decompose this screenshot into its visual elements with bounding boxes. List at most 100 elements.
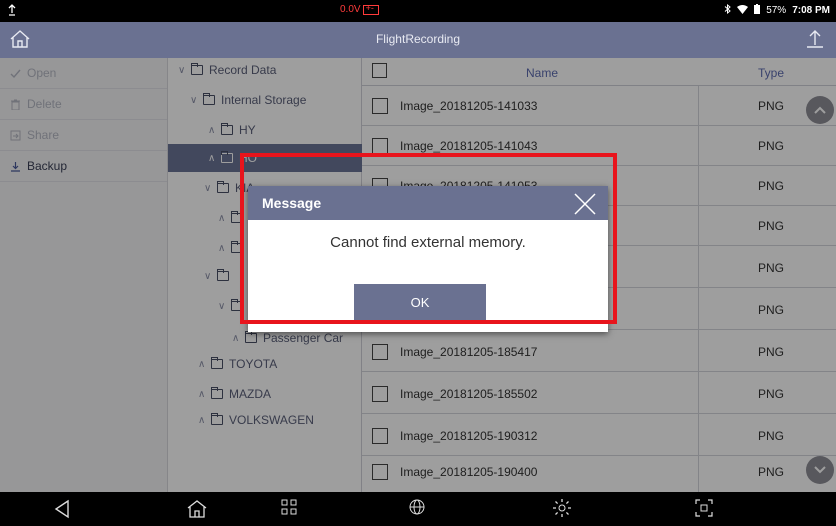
file-type: PNG [758, 139, 785, 153]
file-type: PNG [758, 345, 785, 359]
folder-icon [211, 357, 223, 369]
bluetooth-icon [724, 3, 731, 17]
tree-node-label: Passenger Car [263, 331, 344, 345]
file-name: Image_20181205-141043 [400, 139, 538, 153]
chevron-down-icon: ∨ [204, 182, 212, 194]
navigation-bar [0, 492, 836, 526]
row-checkbox[interactable] [372, 344, 388, 360]
file-type: PNG [758, 387, 785, 401]
folder-icon [211, 413, 223, 425]
chevron-up-icon: ∧ [198, 414, 206, 426]
back-icon[interactable] [52, 498, 76, 520]
scroll-up-button[interactable] [806, 96, 834, 124]
tree-node-label: TOYOTA [229, 357, 278, 371]
tree-node-hy[interactable]: ∧ HY [208, 118, 256, 142]
chevron-up-icon: ∧ [198, 358, 206, 370]
tree-node-record-data[interactable]: ∨ Record Data [178, 58, 276, 82]
folder-icon [217, 269, 229, 281]
file-type: PNG [758, 261, 785, 275]
folder-icon [191, 63, 203, 75]
row-checkbox[interactable] [372, 138, 388, 154]
chevron-up-icon: ∧ [232, 332, 240, 344]
select-all-checkbox[interactable] [372, 63, 387, 78]
chevron-down-icon: ∨ [178, 64, 186, 76]
row-checkbox[interactable] [372, 428, 388, 444]
tree-node-internal-storage[interactable]: ∨ Internal Storage [190, 88, 306, 112]
home-icon[interactable] [186, 498, 210, 520]
file-row[interactable]: Image_20181205-190400 PNG [362, 452, 836, 492]
folder-icon [245, 331, 257, 343]
file-row[interactable]: Image_20181205-190312 PNG [362, 416, 836, 456]
chevron-down-icon: ∨ [204, 270, 212, 282]
menu-open[interactable]: Open [0, 58, 167, 89]
upload-arrow-icon [8, 4, 16, 19]
voltage-indicator: 0.0V [340, 3, 379, 15]
file-name: Image_20181205-185417 [400, 345, 538, 359]
chevron-up-icon: ∧ [218, 212, 226, 224]
file-row[interactable]: Image_20181205-185417 PNG [362, 332, 836, 372]
folder-icon [221, 123, 233, 135]
page-title: FlightRecording [375, 32, 461, 46]
column-header-name[interactable]: Name [522, 66, 562, 80]
tree-node-label: Internal Storage [221, 93, 307, 107]
open-icon [10, 68, 21, 79]
file-name: Image_20181205-141033 [400, 99, 538, 113]
globe-icon[interactable] [408, 498, 432, 520]
chevron-up-icon: ∧ [218, 242, 226, 254]
file-type: PNG [758, 465, 785, 479]
folder-icon [203, 93, 215, 105]
status-bar: 0.0V 57% 7:08 PM [0, 0, 836, 22]
tree-node-label: HY [239, 123, 256, 137]
tree-node-label: Record Data [209, 63, 277, 77]
wifi-icon [737, 4, 749, 17]
menu-share[interactable]: Share [0, 120, 167, 151]
export-icon[interactable] [804, 28, 828, 52]
row-checkbox[interactable] [372, 98, 388, 114]
file-row[interactable]: Image_20181205-185502 PNG [362, 374, 836, 414]
tree-node-toyota[interactable]: ∧ TOYOTA [198, 352, 277, 376]
voltage-text: 0.0V [340, 4, 361, 15]
menu-open-label: Open [27, 66, 57, 80]
car-battery-icon [362, 3, 379, 15]
folder-icon [221, 151, 233, 163]
file-name: Image_20181205-190400 [400, 465, 538, 479]
file-type: PNG [758, 429, 785, 443]
chevron-up-icon: ∧ [208, 152, 216, 164]
menu-backup-label: Backup [27, 159, 68, 173]
share-icon [10, 130, 21, 141]
menu-delete-label: Delete [27, 97, 62, 111]
apps-grid-icon[interactable] [280, 498, 304, 520]
action-menu: Open Delete Share Backup [0, 58, 168, 492]
scroll-down-button[interactable] [806, 456, 834, 484]
chevron-down-icon: ∨ [218, 300, 226, 312]
chevron-down-icon: ∨ [190, 94, 198, 106]
menu-delete[interactable]: Delete [0, 89, 167, 120]
battery-percent: 57% [766, 5, 787, 16]
file-row[interactable]: Image_20181205-141033 PNG [362, 86, 836, 126]
file-type: PNG [758, 303, 785, 317]
chevron-up-icon: ∧ [198, 388, 206, 400]
tree-node[interactable]: ∨ [204, 264, 232, 288]
tree-node-label: VOLKSWAGEN [229, 413, 314, 427]
menu-share-label: Share [27, 128, 60, 142]
menu-backup[interactable]: Backup [0, 151, 167, 182]
download-icon [10, 161, 21, 172]
file-type: PNG [758, 99, 785, 113]
file-type: PNG [758, 179, 785, 193]
file-type: PNG [758, 219, 785, 233]
row-checkbox[interactable] [372, 464, 388, 480]
gear-icon[interactable] [552, 498, 576, 520]
file-list-header: Name Type [362, 58, 836, 86]
tree-node-mazda[interactable]: ∧ MAZDA [198, 382, 271, 406]
system-status: 57% 7:08 PM [724, 3, 830, 17]
tree-node-volkswagen[interactable]: ∧ VOLKSWAGEN [198, 408, 314, 432]
screenshot-icon[interactable] [694, 498, 718, 520]
trash-icon [10, 99, 21, 110]
row-checkbox[interactable] [372, 386, 388, 402]
tree-node-label: MAZDA [229, 387, 271, 401]
title-bar: FlightRecording [0, 22, 836, 58]
column-header-type[interactable]: Type [758, 66, 784, 80]
battery-icon [754, 4, 761, 17]
file-name: Image_20181205-190312 [400, 429, 538, 443]
chevron-up-icon: ∧ [208, 124, 216, 136]
